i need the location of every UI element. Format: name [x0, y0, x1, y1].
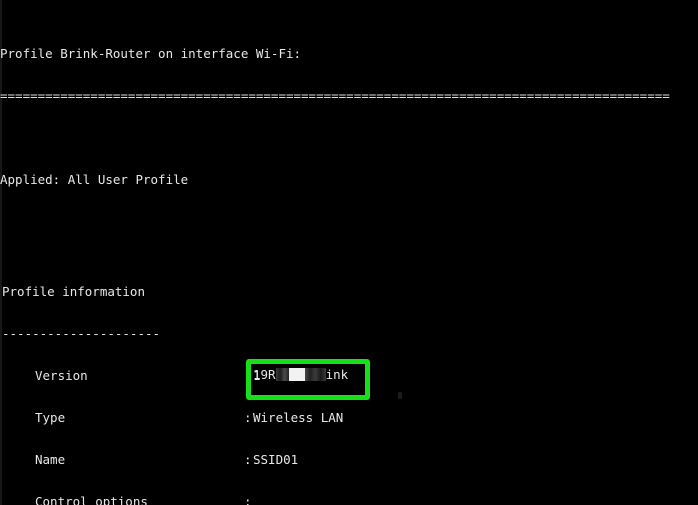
- redaction-block: [304, 368, 326, 381]
- table-row: Name : SSID01: [0, 453, 698, 467]
- table-row: Version : 1: [0, 369, 698, 383]
- section-underline-profile-information: ---------------------: [0, 327, 698, 341]
- command-prompt-window: Profile Brink-Router on interface Wi-Fi:…: [0, 0, 698, 505]
- table-row: Type : Wireless LAN: [0, 411, 698, 425]
- field-value: Wireless LAN: [253, 410, 344, 425]
- table-row: Control options :: [0, 495, 698, 505]
- field-label: Name: [35, 452, 66, 467]
- field-label: Version: [35, 368, 88, 383]
- key-content-value: 19R ink: [253, 366, 349, 382]
- redaction-block: [288, 368, 305, 381]
- console-output: Profile Brink-Router on interface Wi-Fi:…: [0, 5, 698, 505]
- field-label: Control options: [35, 494, 148, 505]
- field-colon: :: [244, 452, 252, 467]
- key-content-visible-suffix: ink: [325, 366, 349, 382]
- applied-line: Applied: All User Profile: [0, 172, 189, 187]
- section-underline: ---------------------: [2, 327, 161, 341]
- key-content-visible-prefix: 19R: [253, 366, 276, 382]
- field-colon: :: [244, 410, 252, 425]
- field-label: Type: [35, 410, 66, 425]
- screen-artifact: [398, 392, 402, 399]
- field-value: SSID01: [253, 452, 299, 467]
- redaction-block: [275, 368, 289, 381]
- profile-title-line: Profile Brink-Router on interface Wi-Fi:: [0, 46, 302, 61]
- section-title: Profile information: [2, 284, 145, 299]
- field-colon: :: [244, 368, 252, 383]
- title-separator: ========================================…: [0, 89, 670, 103]
- section-heading-profile-information: Profile information: [0, 285, 698, 299]
- field-colon: :: [244, 494, 252, 505]
